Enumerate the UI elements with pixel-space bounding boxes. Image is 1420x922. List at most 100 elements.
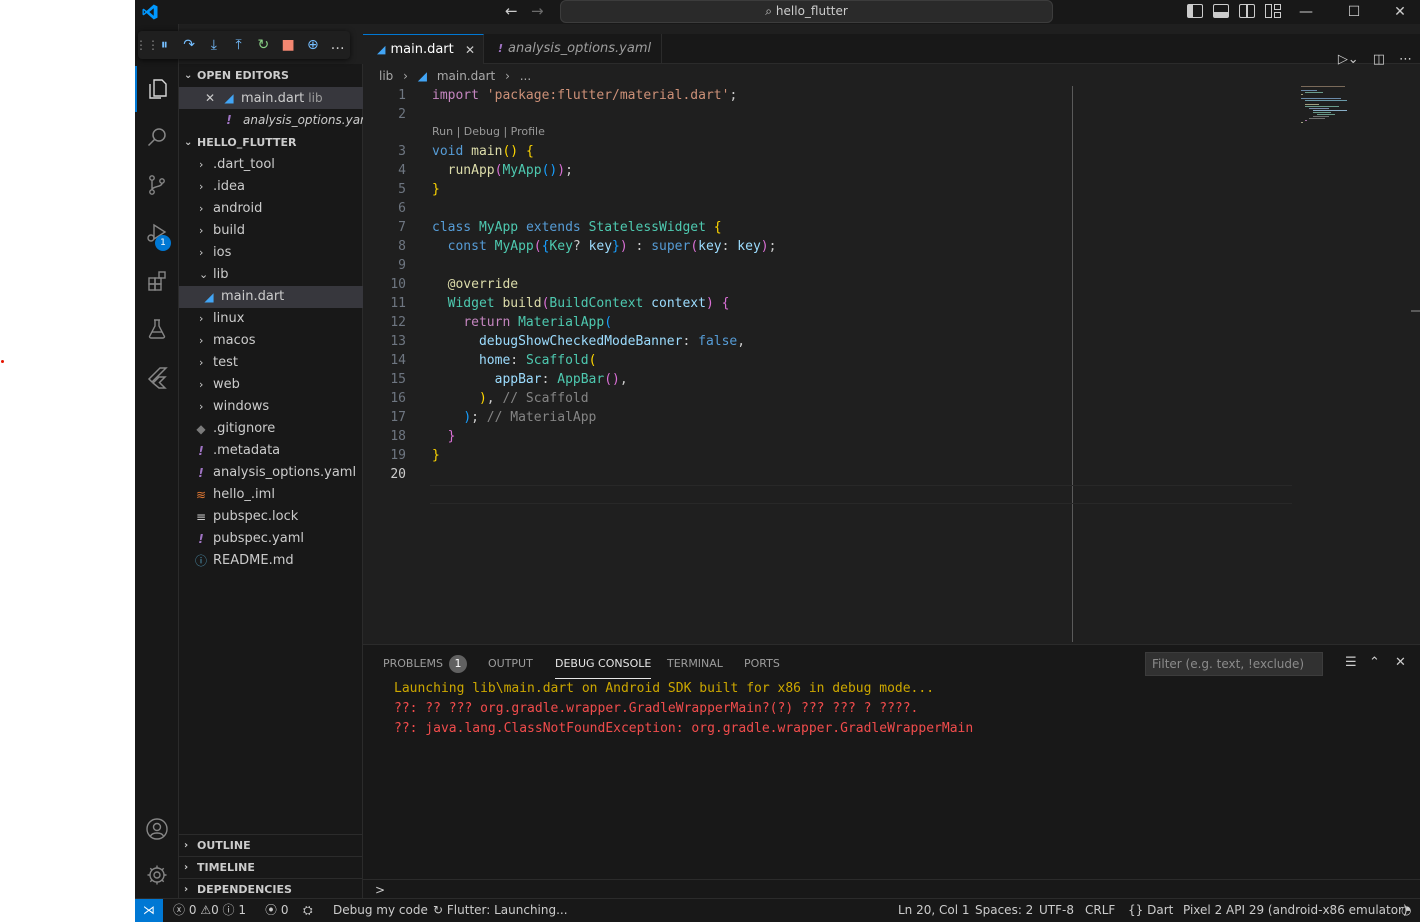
close-icon[interactable]: ✕ (1395, 655, 1406, 670)
tree-file[interactable]: ≋ hello_.iml (179, 484, 363, 506)
toggle-secondary-sidebar-icon[interactable] (1239, 4, 1255, 18)
manage-gear-icon[interactable] (135, 852, 179, 898)
close-icon[interactable]: ✕ (465, 35, 475, 65)
breadcrumb-more[interactable]: ... (520, 69, 531, 83)
tree-folder[interactable]: ⌄ lib (179, 264, 363, 286)
tree-file[interactable]: ! analysis_options.yaml (179, 462, 363, 484)
timeline-section-header[interactable]: › TIMELINE (179, 856, 363, 878)
tree-folder[interactable]: › web (179, 374, 363, 396)
tree-folder[interactable]: › ios (179, 242, 363, 264)
flutter-icon[interactable] (135, 354, 179, 400)
console-filter-input[interactable] (1145, 652, 1323, 676)
extensions-icon[interactable] (135, 258, 179, 304)
open-editors-header[interactable]: ⌄ OPEN EDITORS (179, 65, 363, 87)
tree-folder[interactable]: › build (179, 220, 363, 242)
toggle-panel-icon[interactable] (1213, 4, 1229, 18)
maximize-button[interactable]: ☐ (1331, 0, 1377, 24)
flutter-status[interactable]: ↻ Flutter: Launching... (433, 899, 568, 922)
dependencies-section-header[interactable]: › DEPENDENCIES (179, 878, 363, 900)
ports-status[interactable]: ⦿ 0 (265, 899, 288, 922)
tree-label: test (213, 355, 238, 370)
more-actions-icon[interactable]: ⋯ (1399, 52, 1412, 67)
tree-folder[interactable]: › test (179, 352, 363, 374)
drag-grip-icon[interactable]: ⋮⋮ (135, 32, 159, 58)
tree-label: pubspec.yaml (213, 531, 304, 546)
run-and-debug-icon[interactable]: 1 (135, 210, 179, 256)
eol-status[interactable]: CRLF (1085, 899, 1115, 922)
tree-folder[interactable]: › macos (179, 330, 363, 352)
chevron-right-icon: › (199, 202, 204, 215)
code-editor[interactable]: 1 import 'package:flutter/material.dart';… (363, 86, 1293, 642)
customize-layout-icon[interactable] (1265, 4, 1281, 18)
tab-debug-console[interactable]: DEBUG CONSOLE (555, 655, 652, 679)
minimap[interactable] (1301, 86, 1411, 146)
accounts-icon[interactable] (135, 806, 179, 852)
inspect-widget-icon[interactable]: ⊕ (301, 32, 326, 58)
tree-file[interactable]: ! .metadata (179, 440, 363, 462)
stop-icon[interactable]: ■ (276, 32, 301, 58)
breadcrumb-lib[interactable]: lib (379, 69, 393, 83)
step-into-icon[interactable]: ⤓ (202, 32, 227, 58)
tab-output[interactable]: OUTPUT (488, 655, 533, 679)
language-status[interactable]: {} Dart (1128, 899, 1173, 922)
explorer-icon[interactable] (135, 66, 179, 112)
source-control-icon[interactable] (135, 162, 179, 208)
tree-folder[interactable]: › .dart_tool (179, 154, 363, 176)
breadcrumb-file[interactable]: main.dart (437, 69, 495, 83)
tree-file[interactable]: ◆ .gitignore (179, 418, 363, 440)
dart-file-icon: ◢ (377, 43, 386, 56)
split-editor-icon[interactable]: ◫ (1373, 52, 1385, 67)
tab-terminal[interactable]: TERMINAL (667, 655, 723, 679)
tree-folder[interactable]: › linux (179, 308, 363, 330)
console-prompt: > (375, 883, 386, 897)
debug-launch-icon[interactable]: ⛭ (303, 899, 313, 922)
device-status[interactable]: Pixel 2 API 29 (android-x86 emulator) (1183, 899, 1408, 922)
tree-folder[interactable]: › windows (179, 396, 363, 418)
problems-status[interactable]: ⓧ 0 ⚠0 ⓘ 1 (173, 899, 246, 922)
tree-file[interactable]: ! pubspec.yaml (179, 528, 363, 550)
testing-flask-icon[interactable] (135, 306, 179, 352)
notifications-bell-icon[interactable]: ◔ (1401, 899, 1411, 922)
back-arrow-icon[interactable]: ← (505, 2, 518, 20)
remote-indicator-icon[interactable]: ⋊ (135, 899, 163, 922)
cursor-position[interactable]: Ln 20, Col 1 (898, 899, 970, 922)
dart-file-icon: ◢ (204, 290, 214, 304)
tree-file[interactable]: ⓘ README.md (179, 550, 363, 572)
timeline-title: TIMELINE (197, 861, 255, 874)
pause-icon[interactable]: ⏸ (152, 32, 177, 58)
debug-config-status[interactable]: Debug my code (333, 899, 428, 922)
project-folder-header[interactable]: ⌄ HELLO_FLUTTER (179, 132, 363, 154)
tab-analysis-options[interactable]: ! analysis_options.yaml (484, 34, 662, 64)
step-over-icon[interactable]: ↷ (177, 32, 202, 58)
toggle-primary-sidebar-icon[interactable] (1187, 4, 1203, 18)
vscode-window: ← → ⌕ hello_flutter — ☐ ✕ 1 ⋮⋮ ⏸ ↷ ⤓ ⤒ ↻… (135, 0, 1420, 922)
step-out-icon[interactable]: ⤒ (226, 32, 251, 58)
outline-section-header[interactable]: › OUTLINE (179, 834, 363, 856)
close-icon[interactable]: ✕ (205, 87, 215, 109)
tree-file[interactable]: ≡ pubspec.lock (179, 506, 363, 528)
debug-console-input[interactable]: > (363, 879, 1420, 899)
more-actions-icon[interactable]: … (325, 32, 350, 58)
tab-main-dart[interactable]: ◢ main.dart ✕ (363, 34, 484, 64)
tab-label: analysis_options.yaml (508, 41, 652, 56)
tree-label: ios (213, 245, 232, 260)
indentation-status[interactable]: Spaces: 2 (975, 899, 1033, 922)
search-icon[interactable] (135, 114, 179, 160)
minimize-button[interactable]: — (1283, 0, 1329, 24)
tab-problems[interactable]: PROBLEMS 1 (383, 655, 468, 679)
restart-icon[interactable]: ↻ (251, 32, 276, 58)
tree-folder[interactable]: › android (179, 198, 363, 220)
open-editor-item[interactable]: ! analysis_options.yaml (179, 109, 363, 131)
run-debug-dropdown-icon[interactable]: ▷⌄ (1338, 52, 1359, 67)
tree-folder[interactable]: › .idea (179, 176, 363, 198)
forward-arrow-icon[interactable]: → (531, 2, 544, 20)
tab-ports[interactable]: PORTS (744, 655, 780, 679)
chevron-up-icon[interactable]: ⌃ (1369, 655, 1380, 670)
clear-console-icon[interactable]: ☰ (1345, 655, 1357, 670)
open-editor-item[interactable]: ✕ ◢ main.dart lib (179, 87, 363, 109)
codelens-run-debug-profile[interactable]: Run | Debug | Profile (432, 124, 545, 140)
command-center-search[interactable]: ⌕ hello_flutter (560, 0, 1053, 23)
tree-file[interactable]: ◢ main.dart (179, 286, 363, 308)
encoding-status[interactable]: UTF-8 (1039, 899, 1074, 922)
close-window-button[interactable]: ✕ (1377, 0, 1420, 24)
